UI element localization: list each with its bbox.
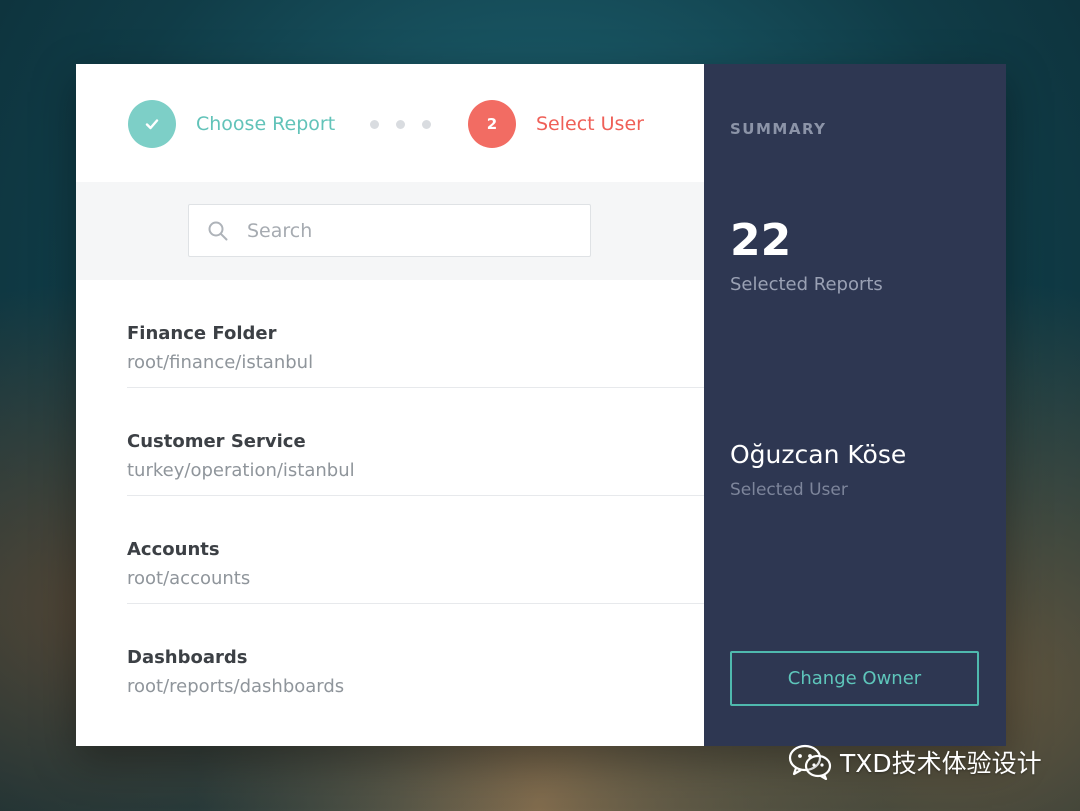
step-completed-badge	[128, 100, 176, 148]
watermark-text: TXD技术体验设计	[840, 749, 1042, 778]
watermark: TXD技术体验设计	[788, 744, 1042, 780]
change-owner-dialog: Choose Report 2 Select User Search Finan…	[76, 64, 1006, 746]
selected-user-label: Selected User	[730, 480, 848, 500]
summary-panel: SUMMARY 22 Selected Reports Oğuzcan Köse…	[704, 64, 1006, 746]
report-selection-panel: Choose Report 2 Select User Search Finan…	[76, 64, 704, 746]
search-box[interactable]	[188, 204, 591, 257]
selected-reports-count: 22	[730, 215, 792, 266]
step-number-badge: 2	[468, 100, 516, 148]
step-label: Select User	[536, 113, 644, 135]
item-title: Customer Service	[127, 431, 306, 452]
separator-dot	[370, 120, 379, 129]
separator-dot	[422, 120, 431, 129]
list-item[interactable]: Finance Folder root/finance/istanbul	[127, 280, 704, 388]
selected-reports-label: Selected Reports	[730, 274, 883, 295]
item-path: root/accounts	[127, 568, 251, 589]
item-path: turkey/operation/istanbul	[127, 460, 355, 481]
checkmark-icon	[145, 119, 159, 130]
list-item[interactable]: Accounts root/accounts	[127, 496, 704, 604]
item-title: Accounts	[127, 539, 220, 560]
list-item[interactable]: Dashboards root/reports/dashboards	[127, 604, 704, 712]
report-list: Finance Folder root/finance/istanbul Cus…	[127, 280, 704, 712]
item-title: Dashboards	[127, 647, 248, 668]
item-path: root/reports/dashboards	[127, 676, 345, 697]
search-bar-area	[76, 182, 704, 280]
list-item[interactable]: Customer Service turkey/operation/istanb…	[127, 388, 704, 496]
step-select-user[interactable]: 2 Select User	[468, 100, 644, 148]
stepper: Choose Report 2 Select User	[76, 64, 704, 182]
selected-user-name: Oğuzcan Köse	[730, 440, 907, 469]
search-icon	[208, 221, 228, 240]
wechat-icon	[788, 744, 832, 780]
item-title: Finance Folder	[127, 323, 277, 344]
change-owner-button[interactable]: Change Owner	[730, 651, 979, 706]
summary-heading: SUMMARY	[730, 120, 827, 138]
item-path: root/finance/istanbul	[127, 352, 314, 373]
step-separator-dots	[370, 120, 431, 129]
separator-dot	[396, 120, 405, 129]
search-input[interactable]	[245, 218, 569, 243]
step-label: Choose Report	[196, 113, 336, 135]
step-choose-report[interactable]: Choose Report	[128, 100, 335, 148]
